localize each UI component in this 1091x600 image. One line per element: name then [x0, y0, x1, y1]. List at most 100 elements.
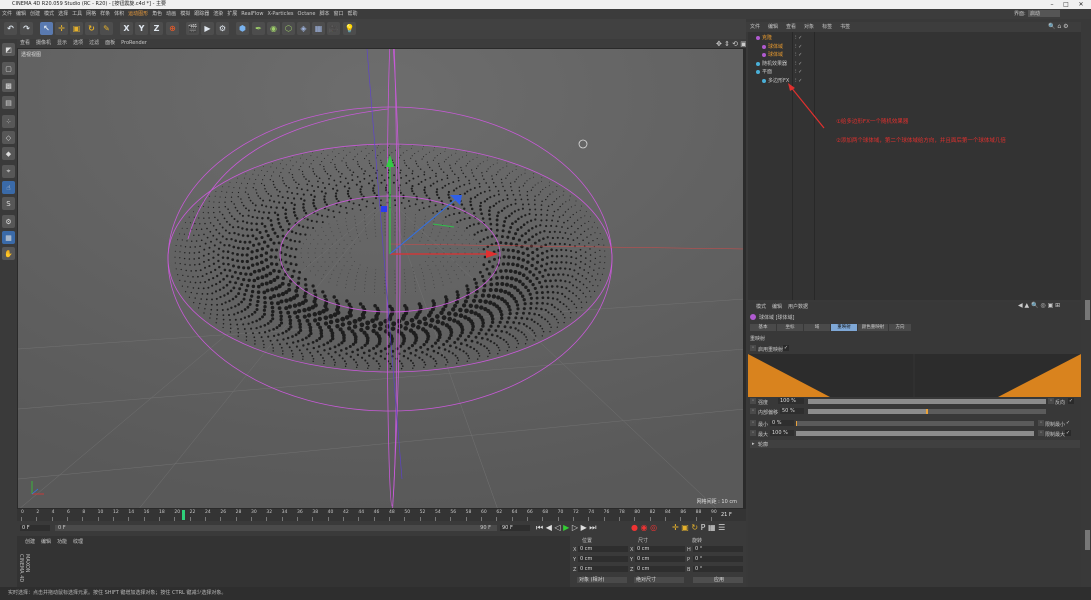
coord-apply-button[interactable]: 应用	[693, 577, 743, 583]
auto-key-icon[interactable]: ◉	[641, 523, 648, 532]
viewport-menu-item[interactable]: 摄像机	[33, 39, 54, 48]
visibility-icon[interactable]: ⁝ ✓	[795, 68, 802, 76]
attribute-tab[interactable]: 颜色重映射	[858, 324, 888, 331]
key-param-icon[interactable]: P	[701, 523, 706, 532]
attribute-scrollbar[interactable]	[1085, 300, 1090, 320]
menu-item[interactable]: 体积	[112, 9, 126, 19]
undo-icon[interactable]: ↶	[4, 22, 17, 35]
viewport-menu-item[interactable]: 查看	[17, 39, 33, 48]
material-menu-item[interactable]: 纹理	[73, 539, 83, 545]
object-row[interactable]: 随机效果器 ⁝ ✓	[748, 60, 1081, 68]
viewport-menu-item[interactable]: 面板	[102, 39, 118, 48]
material-menu-item[interactable]: 创建	[25, 539, 35, 545]
sculpt-icon[interactable]: ✋	[2, 247, 15, 260]
object-row[interactable]: 球体域 ⁝ ✓	[748, 51, 1081, 59]
visibility-icon[interactable]: ⁝ ✓	[795, 60, 802, 68]
attribute-tab[interactable]: 基本	[750, 324, 776, 331]
coord-rotation-field[interactable]: 0 °	[693, 556, 743, 562]
live-select-icon[interactable]: ↖	[40, 22, 53, 35]
key-position-icon[interactable]: ✛	[672, 523, 679, 532]
coord-size-mode-select[interactable]: 绝对尺寸	[634, 577, 684, 583]
go-to-end-icon[interactable]: ⏭	[589, 523, 596, 532]
strength-anim-icon[interactable]: ◦	[750, 398, 756, 404]
remap-graph[interactable]	[748, 354, 1081, 397]
contour-group-header[interactable]: ▸ 轮廓	[750, 440, 1080, 448]
timeline-playhead[interactable]	[181, 510, 185, 520]
attribute-tab[interactable]: 坐标	[777, 324, 803, 331]
menu-item[interactable]: 运动图形	[126, 9, 150, 19]
coord-position-field[interactable]: 0 cm	[578, 556, 628, 562]
scale-icon[interactable]: ▣	[70, 22, 83, 35]
key-scale-icon[interactable]: ▣	[681, 523, 689, 532]
coord-position-field[interactable]: 0 cm	[578, 566, 628, 572]
strength-slider[interactable]	[808, 399, 1046, 404]
object-menu-item[interactable]: 标签	[818, 22, 836, 32]
lock-workplane-icon[interactable]: ▦	[2, 231, 15, 244]
enable-remap-checkbox[interactable]: ✓	[783, 345, 789, 351]
menu-item[interactable]: 工具	[70, 9, 84, 19]
record-key-icon[interactable]: ●	[631, 523, 638, 532]
prev-key-icon[interactable]: ◀	[546, 523, 552, 532]
step-forward-icon[interactable]: ▷	[572, 523, 578, 532]
settings-icon[interactable]: ⚙	[1063, 23, 1068, 30]
cube-icon[interactable]: ⬢	[236, 22, 249, 35]
menu-item[interactable]: 网格	[84, 9, 98, 19]
enable-remap-toggle-icon[interactable]: ◦	[750, 345, 756, 351]
min-slider[interactable]	[796, 421, 1034, 426]
y-axis-icon[interactable]: Y	[135, 22, 148, 35]
points-mode-icon[interactable]: ⁘	[2, 115, 15, 128]
coord-size-field[interactable]: 0 cm	[635, 566, 685, 572]
make-editable-icon[interactable]: ◩	[2, 43, 15, 56]
go-to-start-icon[interactable]: ⏮	[536, 523, 543, 532]
invert-anim-icon[interactable]: ◦	[1048, 398, 1054, 404]
menu-item[interactable]: 模拟	[178, 9, 192, 19]
menu-item[interactable]: 文件	[0, 9, 14, 19]
scene-canvas[interactable]	[18, 49, 744, 509]
deformer-icon[interactable]: ◈	[297, 22, 310, 35]
menu-item[interactable]: 扩展	[225, 9, 239, 19]
visibility-icon[interactable]: ⁝ ✓	[795, 51, 802, 59]
clamp-min-checkbox[interactable]: ✓	[1065, 420, 1071, 426]
next-key-icon[interactable]: ▶	[581, 523, 587, 532]
snap-icon[interactable]: S	[2, 197, 15, 210]
inner-offset-field[interactable]: 50 %	[780, 408, 804, 414]
render-settings-icon[interactable]: ⚙	[216, 22, 229, 35]
render-view-icon[interactable]: 🎬	[186, 22, 199, 35]
menu-item[interactable]: 模式	[42, 9, 56, 19]
attribute-nav-icons[interactable]: ◀ ▲ 🔍 ◎ ▣ ⊞	[1018, 302, 1060, 309]
invert-checkbox[interactable]: ✓	[1068, 398, 1074, 404]
z-axis-icon[interactable]: Z	[150, 22, 163, 35]
object-row[interactable]: 克隆 ⁝ ✓	[748, 34, 1081, 42]
object-row[interactable]: 平面 ⁝ ✓	[748, 68, 1081, 76]
clamp-min-anim-icon[interactable]: ◦	[1038, 420, 1044, 426]
clamp-max-anim-icon[interactable]: ◦	[1038, 430, 1044, 436]
object-manager-list[interactable]: 克隆 ⁝ ✓ 球体域 ⁝ ✓ 球体域 ⁝ ✓ 随机效果器 ⁝ ✓ 平面 ⁝ ✓ 多边形FX ⁝ ✓	[748, 32, 1081, 300]
subdivision-icon[interactable]: ◉	[267, 22, 280, 35]
object-menu-item[interactable]: 查看	[782, 22, 800, 32]
object-menu-item[interactable]: 文件	[746, 22, 764, 32]
search-icon[interactable]: 🔍	[1048, 23, 1055, 30]
key-track-controls[interactable]: ✛ ▣ ↻ P ▦ ☰	[672, 523, 725, 532]
render-picture-viewer-icon[interactable]: ▶	[201, 22, 214, 35]
inner-offset-slider[interactable]	[808, 409, 1046, 414]
menu-item[interactable]: 脚本	[317, 9, 331, 19]
object-manager-tools[interactable]: 🔍 ⌂ ⚙	[1048, 23, 1069, 30]
attribute-menu-item[interactable]: 用户数据	[788, 304, 808, 310]
timeline-ruler[interactable]: 0 2 4 6 8 10 12 14 16 18 20 22 24 26 28 30 32 34 36 38 40 42 4…	[17, 509, 746, 521]
minimize-icon[interactable]: –	[1045, 0, 1059, 9]
key-pla-icon[interactable]: ▦	[708, 523, 716, 532]
perspective-viewport[interactable]: 透视视图 网格间距: 10 cm	[17, 48, 744, 509]
tweak-mode-icon[interactable]: ☝	[2, 181, 15, 194]
polygons-mode-icon[interactable]: ◆	[2, 147, 15, 160]
visibility-icon[interactable]: ⁝ ✓	[795, 43, 802, 51]
record-controls[interactable]: ● ◉ ◎	[631, 523, 657, 532]
object-menu-item[interactable]: 书签	[836, 22, 854, 32]
material-menu-item[interactable]: 功能	[57, 539, 67, 545]
workplane-icon[interactable]: ⚙	[2, 215, 15, 228]
coord-rotation-field[interactable]: 0 °	[693, 566, 743, 572]
enable-axis-icon[interactable]: ⌖	[2, 165, 15, 178]
menu-item[interactable]: 窗口	[332, 9, 346, 19]
model-mode-icon[interactable]: ▢	[2, 62, 15, 75]
timeline-menu-icon[interactable]: ☰	[718, 523, 725, 532]
menu-item[interactable]: 渲染	[211, 9, 225, 19]
